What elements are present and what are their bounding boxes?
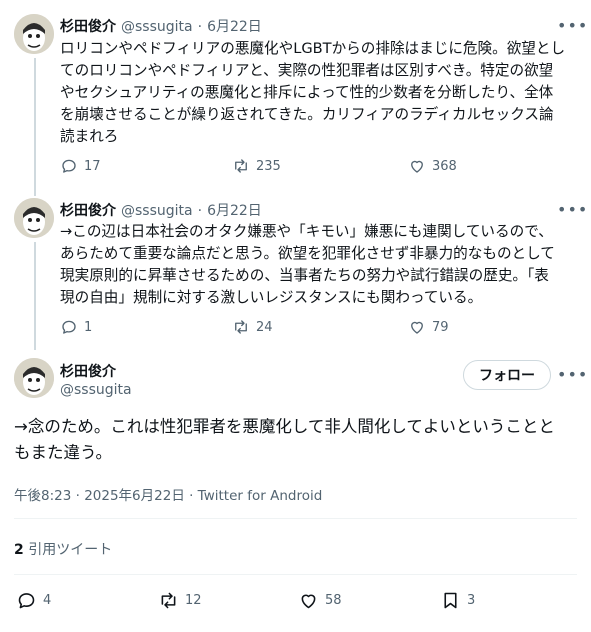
reply-icon [18, 593, 35, 609]
tweet-actions: 17 235 368 [60, 157, 500, 175]
follow-button[interactable]: フォロー [463, 360, 551, 390]
author-handle[interactable]: @sssugita [121, 203, 193, 219]
tweet-meta[interactable]: 午後8:23 · 2025年6月22日 · Twitter for Androi… [14, 484, 322, 504]
reply-button[interactable]: 17 [60, 157, 101, 175]
retweet-button[interactable]: 12 [158, 590, 202, 611]
like-button[interactable]: 79 [408, 318, 449, 336]
author-name[interactable]: 杉田俊介 [60, 16, 116, 36]
reply-button[interactable]: 1 [60, 318, 92, 336]
retweet-button[interactable]: 235 [232, 157, 281, 175]
retweet-icon [161, 592, 176, 609]
author-name[interactable]: 杉田俊介 [60, 361, 116, 381]
separator-dot: · [197, 19, 203, 35]
divider [14, 574, 577, 575]
like-count: 79 [432, 319, 449, 335]
retweet-count: 12 [185, 593, 202, 608]
more-icon[interactable]: ••• [557, 201, 587, 219]
tweet-line: やセクシュアリティの悪魔化と排斥によって性的少数者を分断したり、全体 [60, 84, 554, 101]
divider [14, 518, 577, 519]
tweet-line: ロリコンやペドフィリアの悪魔化やLGBTからの排除はまじに危険。欲望とし [60, 40, 566, 57]
author-handle[interactable]: @sssugita [60, 382, 132, 398]
avatar[interactable] [14, 358, 54, 398]
retweet-icon [235, 159, 247, 173]
tweet-line: を崩壊させることが繰り返されてきた。カリフィアのラディカルセックス論 [60, 106, 554, 123]
tweet-date[interactable]: 6月22日 [207, 16, 262, 36]
like-button[interactable]: 58 [298, 590, 342, 611]
more-icon[interactable]: ••• [557, 17, 587, 35]
tweet-line: もまた違う。 [14, 443, 113, 462]
thread-line [34, 58, 36, 196]
quote-tweets-link[interactable]: 2 引用ツイート [14, 539, 112, 559]
retweet-icon [235, 320, 247, 334]
like-count: 368 [432, 158, 457, 174]
more-icon[interactable]: ••• [557, 366, 587, 384]
reply-count: 1 [84, 319, 93, 335]
reply-count: 17 [84, 158, 101, 174]
heart-icon [411, 160, 423, 173]
avatar[interactable] [14, 198, 54, 238]
author-handle[interactable]: @sssugita [121, 19, 193, 35]
tweet-line: →念のため。これは性犯罪者を悪魔化して非人間化してよいということと [14, 417, 555, 436]
thread-line [34, 242, 36, 350]
tweet-text: ロリコンやペドフィリアの悪魔化やLGBTからの排除はまじに危険。欲望とし てのロ… [60, 38, 565, 148]
heart-icon [411, 321, 423, 334]
main-tweet-text: →念のため。これは性犯罪者を悪魔化して非人間化してよいということと もまた違う。 [14, 414, 555, 466]
retweet-count: 24 [256, 319, 273, 335]
tweet-date[interactable]: 6月22日 [207, 200, 262, 220]
bookmark-icon [444, 592, 457, 609]
reply-icon [62, 320, 76, 334]
reply-button[interactable]: 4 [16, 590, 51, 611]
reply-count: 4 [43, 593, 52, 608]
tweet-line: 読まれろ [60, 128, 119, 145]
tweet-line: てのロリコンやペドフィリアと、実際の性犯罪者は区別すべき。特定の欲望 [60, 62, 554, 79]
quote-count: 2 [14, 542, 24, 558]
avatar[interactable] [14, 14, 54, 54]
heart-icon [301, 594, 316, 609]
tweet-text: →この辺は日本社会のオタク嫌悪や「キモい」嫌悪にも連関しているので、 あらためて… [60, 221, 555, 309]
quote-label: 引用ツイート [28, 542, 113, 558]
retweet-count: 235 [256, 158, 281, 174]
tweet-line: あらためて重要な論点だと思う。欲望を犯罪化させず非暴力的なものとして [60, 245, 555, 262]
reply-icon [62, 159, 76, 173]
like-button[interactable]: 368 [408, 157, 457, 175]
main-tweet-actions: 4 12 58 3 [16, 590, 486, 612]
author-name[interactable]: 杉田俊介 [60, 200, 116, 220]
tweet-line: 現の自由」規制に対する激しいレジスタンスにも関わっている。 [60, 289, 483, 306]
tweet-actions: 1 24 79 [60, 318, 500, 336]
bookmark-button[interactable]: 3 [440, 590, 475, 611]
tweet-line: →この辺は日本社会のオタク嫌悪や「キモい」嫌悪にも連関しているので、 [60, 223, 553, 240]
tweet-line: 現実原則的に昇華させるための、当事者たちの努力や試行錯誤の歴史。「表 [60, 267, 549, 284]
like-count: 58 [325, 593, 342, 608]
retweet-button[interactable]: 24 [232, 318, 273, 336]
separator-dot: · [197, 203, 203, 219]
bookmark-count: 3 [467, 593, 476, 608]
